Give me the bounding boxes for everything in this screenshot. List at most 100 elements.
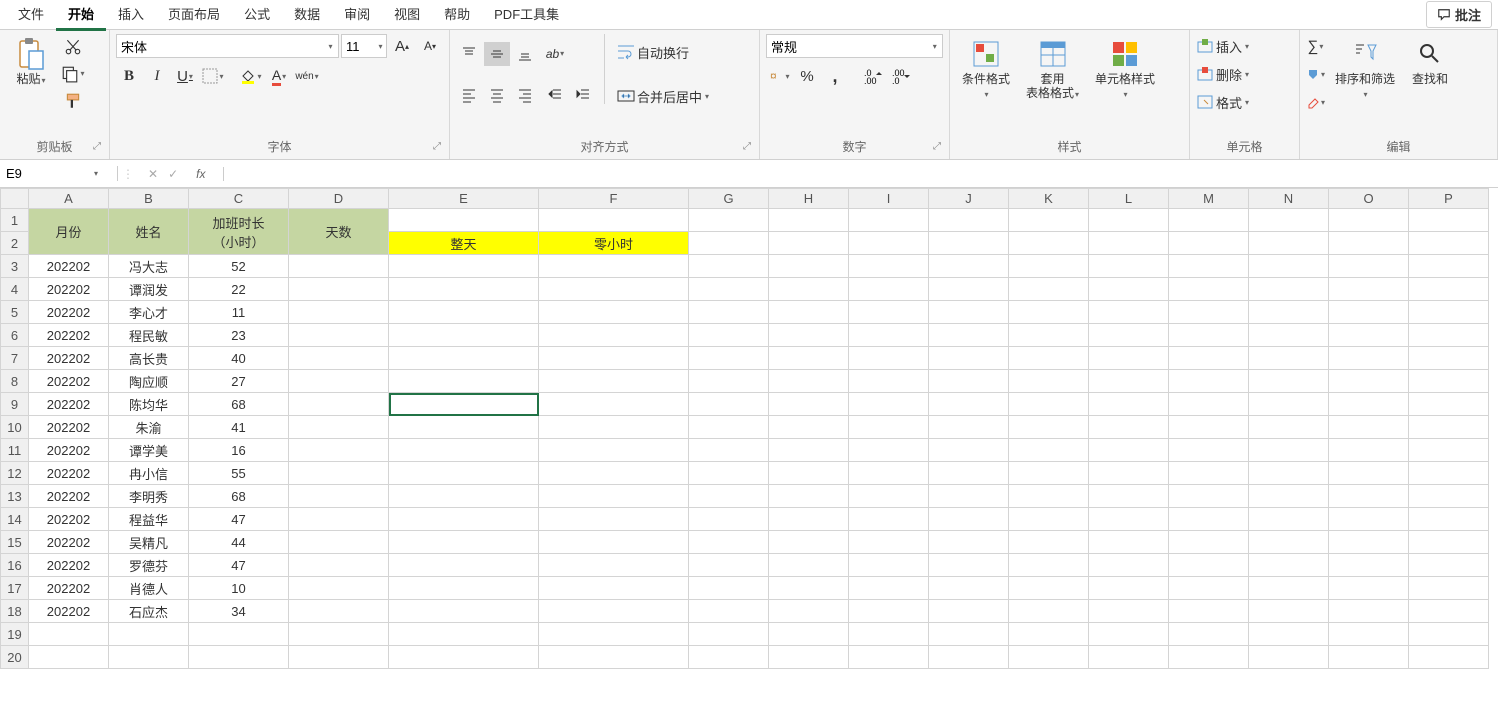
- clear-button[interactable]: ▾: [1306, 90, 1325, 114]
- cell-P10[interactable]: [1409, 416, 1489, 439]
- cell-B17[interactable]: 肖德人: [109, 577, 189, 600]
- dialog-launcher-icon[interactable]: ⤢: [93, 141, 101, 152]
- font-color-button[interactable]: A▾: [266, 64, 292, 88]
- cell-L14[interactable]: [1089, 508, 1169, 531]
- cell-K6[interactable]: [1009, 324, 1089, 347]
- cell-J17[interactable]: [929, 577, 1009, 600]
- cell-A4[interactable]: 202202: [29, 278, 109, 301]
- cell-F13[interactable]: [539, 485, 689, 508]
- cell-C4[interactable]: 22: [189, 278, 289, 301]
- cell-L13[interactable]: [1089, 485, 1169, 508]
- cut-button[interactable]: [60, 35, 86, 59]
- row-header-1[interactable]: 1: [1, 209, 29, 232]
- header-B[interactable]: 姓名: [109, 209, 189, 255]
- cell-D8[interactable]: [289, 370, 389, 393]
- cell-P15[interactable]: [1409, 531, 1489, 554]
- table-format-button[interactable]: 套用表格格式▾: [1020, 34, 1085, 105]
- cell-I1[interactable]: [849, 209, 929, 232]
- cell-A20[interactable]: [29, 646, 109, 669]
- col-header-L[interactable]: L: [1089, 189, 1169, 209]
- cell-O19[interactable]: [1329, 623, 1409, 646]
- cell-G7[interactable]: [689, 347, 769, 370]
- cell-I11[interactable]: [849, 439, 929, 462]
- cell-A9[interactable]: 202202: [29, 393, 109, 416]
- cell-D20[interactable]: [289, 646, 389, 669]
- cell-P7[interactable]: [1409, 347, 1489, 370]
- cell-G4[interactable]: [689, 278, 769, 301]
- cell-M18[interactable]: [1169, 600, 1249, 623]
- cell-B16[interactable]: 罗德芬: [109, 554, 189, 577]
- cell-B19[interactable]: [109, 623, 189, 646]
- cell-D18[interactable]: [289, 600, 389, 623]
- cell-J10[interactable]: [929, 416, 1009, 439]
- cell-L12[interactable]: [1089, 462, 1169, 485]
- cell-I3[interactable]: [849, 255, 929, 278]
- cell-I14[interactable]: [849, 508, 929, 531]
- cell-M10[interactable]: [1169, 416, 1249, 439]
- cell-B20[interactable]: [109, 646, 189, 669]
- cell-H20[interactable]: [769, 646, 849, 669]
- cell-N5[interactable]: [1249, 301, 1329, 324]
- cell-H7[interactable]: [769, 347, 849, 370]
- cell-N12[interactable]: [1249, 462, 1329, 485]
- cell-N4[interactable]: [1249, 278, 1329, 301]
- cell-M6[interactable]: [1169, 324, 1249, 347]
- cell-D17[interactable]: [289, 577, 389, 600]
- conditional-format-button[interactable]: 条件格式▾: [956, 34, 1016, 105]
- cell-H12[interactable]: [769, 462, 849, 485]
- cell-H14[interactable]: [769, 508, 849, 531]
- cell-K13[interactable]: [1009, 485, 1089, 508]
- cell-B11[interactable]: 谭学美: [109, 439, 189, 462]
- cell-D5[interactable]: [289, 301, 389, 324]
- font-name-input[interactable]: [117, 39, 323, 54]
- col-header-B[interactable]: B: [109, 189, 189, 209]
- row-header-5[interactable]: 5: [1, 301, 29, 324]
- bold-button[interactable]: B: [116, 64, 142, 88]
- cell-K16[interactable]: [1009, 554, 1089, 577]
- cell-L4[interactable]: [1089, 278, 1169, 301]
- cell-G8[interactable]: [689, 370, 769, 393]
- cell-B8[interactable]: 陶应顺: [109, 370, 189, 393]
- underline-button[interactable]: U▾: [172, 64, 198, 88]
- cell-I6[interactable]: [849, 324, 929, 347]
- cell-N2[interactable]: [1249, 232, 1329, 255]
- name-box[interactable]: ▾: [0, 166, 118, 181]
- increase-decimal-button[interactable]: .0.00: [860, 64, 886, 88]
- cell-F3[interactable]: [539, 255, 689, 278]
- cell-P20[interactable]: [1409, 646, 1489, 669]
- cell-H4[interactable]: [769, 278, 849, 301]
- cell-J20[interactable]: [929, 646, 1009, 669]
- cell-F18[interactable]: [539, 600, 689, 623]
- cell-F9[interactable]: [539, 393, 689, 416]
- row-header-9[interactable]: 9: [1, 393, 29, 416]
- cell-B10[interactable]: 朱渝: [109, 416, 189, 439]
- font-name-combo[interactable]: ▾: [116, 34, 339, 58]
- cell-N8[interactable]: [1249, 370, 1329, 393]
- dialog-launcher-icon[interactable]: ⤢: [933, 141, 941, 152]
- cell-J11[interactable]: [929, 439, 1009, 462]
- cell-D19[interactable]: [289, 623, 389, 646]
- chevron-down-icon[interactable]: ▾: [323, 42, 338, 51]
- cell-B9[interactable]: 陈均华: [109, 393, 189, 416]
- cell-J18[interactable]: [929, 600, 1009, 623]
- col-header-D[interactable]: D: [289, 189, 389, 209]
- cell-F4[interactable]: [539, 278, 689, 301]
- format-painter-button[interactable]: [60, 89, 86, 113]
- cell-E4[interactable]: [389, 278, 539, 301]
- cell-E18[interactable]: [389, 600, 539, 623]
- cell-E12[interactable]: [389, 462, 539, 485]
- cell-K14[interactable]: [1009, 508, 1089, 531]
- align-right-button[interactable]: [512, 83, 538, 107]
- cell-A13[interactable]: 202202: [29, 485, 109, 508]
- cell-H5[interactable]: [769, 301, 849, 324]
- cell-A18[interactable]: 202202: [29, 600, 109, 623]
- cell-B3[interactable]: 冯大志: [109, 255, 189, 278]
- cell-O17[interactable]: [1329, 577, 1409, 600]
- menu-item-1[interactable]: 开始: [56, 0, 106, 31]
- cell-M12[interactable]: [1169, 462, 1249, 485]
- cell-K19[interactable]: [1009, 623, 1089, 646]
- row-header-11[interactable]: 11: [1, 439, 29, 462]
- cell-G13[interactable]: [689, 485, 769, 508]
- cell-G20[interactable]: [689, 646, 769, 669]
- cell-C16[interactable]: 47: [189, 554, 289, 577]
